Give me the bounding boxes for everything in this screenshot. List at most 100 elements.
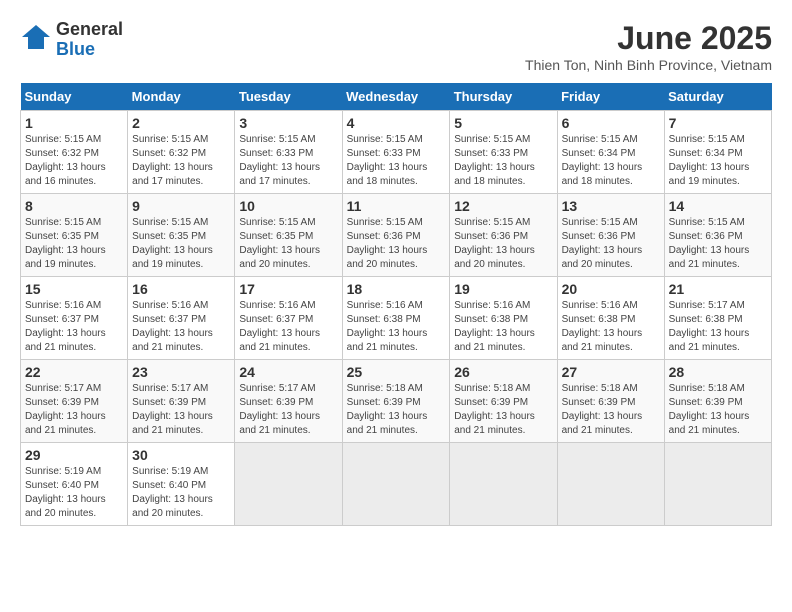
day-number: 28	[669, 364, 767, 380]
day-info: Sunrise: 5:15 AM Sunset: 6:36 PM Dayligh…	[347, 216, 446, 272]
day-info: Sunrise: 5:19 AM Sunset: 6:40 PM Dayligh…	[25, 465, 123, 521]
day-info: Sunrise: 5:15 AM Sunset: 6:34 PM Dayligh…	[669, 133, 767, 189]
header-monday: Monday	[128, 83, 235, 111]
calendar-cell: 9 Sunrise: 5:15 AM Sunset: 6:35 PM Dayli…	[128, 194, 235, 277]
day-number: 17	[239, 281, 337, 297]
header-wednesday: Wednesday	[342, 83, 450, 111]
calendar-cell: 19 Sunrise: 5:16 AM Sunset: 6:38 PM Dayl…	[450, 277, 557, 360]
day-info: Sunrise: 5:15 AM Sunset: 6:33 PM Dayligh…	[239, 133, 337, 189]
day-number: 7	[669, 115, 767, 131]
calendar-cell	[450, 443, 557, 526]
day-info: Sunrise: 5:18 AM Sunset: 6:39 PM Dayligh…	[454, 382, 552, 438]
day-info: Sunrise: 5:15 AM Sunset: 6:34 PM Dayligh…	[562, 133, 660, 189]
calendar-cell: 3 Sunrise: 5:15 AM Sunset: 6:33 PM Dayli…	[235, 111, 342, 194]
day-info: Sunrise: 5:15 AM Sunset: 6:33 PM Dayligh…	[454, 133, 552, 189]
day-info: Sunrise: 5:15 AM Sunset: 6:32 PM Dayligh…	[132, 133, 230, 189]
calendar-week-row: 15 Sunrise: 5:16 AM Sunset: 6:37 PM Dayl…	[21, 277, 772, 360]
day-info: Sunrise: 5:19 AM Sunset: 6:40 PM Dayligh…	[132, 465, 230, 521]
calendar-cell: 1 Sunrise: 5:15 AM Sunset: 6:32 PM Dayli…	[21, 111, 128, 194]
day-number: 21	[669, 281, 767, 297]
day-number: 27	[562, 364, 660, 380]
day-number: 19	[454, 281, 552, 297]
day-info: Sunrise: 5:15 AM Sunset: 6:32 PM Dayligh…	[25, 133, 123, 189]
calendar-week-row: 8 Sunrise: 5:15 AM Sunset: 6:35 PM Dayli…	[21, 194, 772, 277]
day-info: Sunrise: 5:16 AM Sunset: 6:37 PM Dayligh…	[25, 299, 123, 355]
day-number: 1	[25, 115, 123, 131]
day-number: 18	[347, 281, 446, 297]
calendar-cell: 12 Sunrise: 5:15 AM Sunset: 6:36 PM Dayl…	[450, 194, 557, 277]
calendar-cell: 4 Sunrise: 5:15 AM Sunset: 6:33 PM Dayli…	[342, 111, 450, 194]
calendar-cell	[235, 443, 342, 526]
day-info: Sunrise: 5:17 AM Sunset: 6:39 PM Dayligh…	[239, 382, 337, 438]
calendar-cell: 10 Sunrise: 5:15 AM Sunset: 6:35 PM Dayl…	[235, 194, 342, 277]
day-number: 15	[25, 281, 123, 297]
calendar-cell: 18 Sunrise: 5:16 AM Sunset: 6:38 PM Dayl…	[342, 277, 450, 360]
calendar-cell: 29 Sunrise: 5:19 AM Sunset: 6:40 PM Dayl…	[21, 443, 128, 526]
day-number: 2	[132, 115, 230, 131]
logo-general-text: General	[56, 19, 123, 39]
header-saturday: Saturday	[664, 83, 771, 111]
day-info: Sunrise: 5:16 AM Sunset: 6:38 PM Dayligh…	[562, 299, 660, 355]
day-number: 8	[25, 198, 123, 214]
day-info: Sunrise: 5:17 AM Sunset: 6:39 PM Dayligh…	[132, 382, 230, 438]
day-info: Sunrise: 5:15 AM Sunset: 6:36 PM Dayligh…	[454, 216, 552, 272]
day-number: 26	[454, 364, 552, 380]
day-info: Sunrise: 5:16 AM Sunset: 6:38 PM Dayligh…	[347, 299, 446, 355]
day-number: 14	[669, 198, 767, 214]
day-info: Sunrise: 5:16 AM Sunset: 6:37 PM Dayligh…	[239, 299, 337, 355]
day-info: Sunrise: 5:17 AM Sunset: 6:39 PM Dayligh…	[25, 382, 123, 438]
header-sunday: Sunday	[21, 83, 128, 111]
calendar-cell: 17 Sunrise: 5:16 AM Sunset: 6:37 PM Dayl…	[235, 277, 342, 360]
day-number: 5	[454, 115, 552, 131]
calendar-cell: 14 Sunrise: 5:15 AM Sunset: 6:36 PM Dayl…	[664, 194, 771, 277]
calendar-week-row: 22 Sunrise: 5:17 AM Sunset: 6:39 PM Dayl…	[21, 360, 772, 443]
logo-icon	[20, 23, 52, 51]
day-number: 22	[25, 364, 123, 380]
day-number: 11	[347, 198, 446, 214]
calendar-cell	[557, 443, 664, 526]
day-number: 10	[239, 198, 337, 214]
calendar-cell: 21 Sunrise: 5:17 AM Sunset: 6:38 PM Dayl…	[664, 277, 771, 360]
title-block: June 2025 Thien Ton, Ninh Binh Province,…	[525, 20, 772, 73]
month-title: June 2025	[525, 20, 772, 57]
page-header: General Blue June 2025 Thien Ton, Ninh B…	[20, 20, 772, 73]
calendar-cell: 7 Sunrise: 5:15 AM Sunset: 6:34 PM Dayli…	[664, 111, 771, 194]
calendar-cell	[664, 443, 771, 526]
calendar-cell: 15 Sunrise: 5:16 AM Sunset: 6:37 PM Dayl…	[21, 277, 128, 360]
day-number: 23	[132, 364, 230, 380]
day-number: 3	[239, 115, 337, 131]
calendar-cell: 5 Sunrise: 5:15 AM Sunset: 6:33 PM Dayli…	[450, 111, 557, 194]
day-info: Sunrise: 5:18 AM Sunset: 6:39 PM Dayligh…	[347, 382, 446, 438]
day-info: Sunrise: 5:15 AM Sunset: 6:36 PM Dayligh…	[669, 216, 767, 272]
calendar-cell: 6 Sunrise: 5:15 AM Sunset: 6:34 PM Dayli…	[557, 111, 664, 194]
calendar-cell: 27 Sunrise: 5:18 AM Sunset: 6:39 PM Dayl…	[557, 360, 664, 443]
calendar-week-row: 1 Sunrise: 5:15 AM Sunset: 6:32 PM Dayli…	[21, 111, 772, 194]
day-info: Sunrise: 5:18 AM Sunset: 6:39 PM Dayligh…	[562, 382, 660, 438]
day-number: 6	[562, 115, 660, 131]
day-info: Sunrise: 5:15 AM Sunset: 6:36 PM Dayligh…	[562, 216, 660, 272]
day-info: Sunrise: 5:15 AM Sunset: 6:35 PM Dayligh…	[132, 216, 230, 272]
day-info: Sunrise: 5:15 AM Sunset: 6:33 PM Dayligh…	[347, 133, 446, 189]
calendar-cell: 2 Sunrise: 5:15 AM Sunset: 6:32 PM Dayli…	[128, 111, 235, 194]
calendar-cell: 25 Sunrise: 5:18 AM Sunset: 6:39 PM Dayl…	[342, 360, 450, 443]
day-number: 25	[347, 364, 446, 380]
day-info: Sunrise: 5:17 AM Sunset: 6:38 PM Dayligh…	[669, 299, 767, 355]
calendar-table: Sunday Monday Tuesday Wednesday Thursday…	[20, 83, 772, 526]
day-info: Sunrise: 5:16 AM Sunset: 6:38 PM Dayligh…	[454, 299, 552, 355]
day-number: 24	[239, 364, 337, 380]
logo: General Blue	[20, 20, 123, 60]
location: Thien Ton, Ninh Binh Province, Vietnam	[525, 57, 772, 73]
calendar-cell: 30 Sunrise: 5:19 AM Sunset: 6:40 PM Dayl…	[128, 443, 235, 526]
day-info: Sunrise: 5:18 AM Sunset: 6:39 PM Dayligh…	[669, 382, 767, 438]
header-friday: Friday	[557, 83, 664, 111]
calendar-cell: 24 Sunrise: 5:17 AM Sunset: 6:39 PM Dayl…	[235, 360, 342, 443]
calendar-cell	[342, 443, 450, 526]
calendar-cell: 28 Sunrise: 5:18 AM Sunset: 6:39 PM Dayl…	[664, 360, 771, 443]
day-info: Sunrise: 5:15 AM Sunset: 6:35 PM Dayligh…	[25, 216, 123, 272]
calendar-cell: 8 Sunrise: 5:15 AM Sunset: 6:35 PM Dayli…	[21, 194, 128, 277]
logo-blue-text: Blue	[56, 39, 95, 59]
day-info: Sunrise: 5:15 AM Sunset: 6:35 PM Dayligh…	[239, 216, 337, 272]
calendar-cell: 20 Sunrise: 5:16 AM Sunset: 6:38 PM Dayl…	[557, 277, 664, 360]
calendar-cell: 22 Sunrise: 5:17 AM Sunset: 6:39 PM Dayl…	[21, 360, 128, 443]
calendar-cell: 26 Sunrise: 5:18 AM Sunset: 6:39 PM Dayl…	[450, 360, 557, 443]
